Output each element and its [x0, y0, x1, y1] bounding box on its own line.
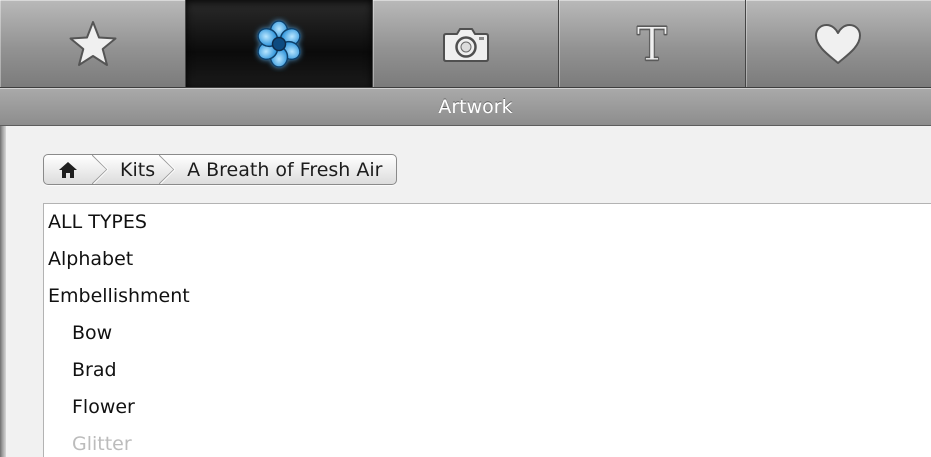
flower-icon: [257, 19, 301, 68]
artwork-panel: T Artwork Kits A Breath of Fresh Air ALL…: [0, 0, 931, 457]
panel-title-bar: Artwork: [0, 88, 931, 126]
list-item-glitter[interactable]: Glitter: [44, 426, 931, 457]
favorites-tab[interactable]: [0, 0, 187, 87]
text-icon: T: [636, 16, 668, 71]
breadcrumb-separator-icon: [159, 155, 176, 184]
star-icon: [69, 20, 117, 66]
text-tab[interactable]: T: [559, 0, 746, 87]
category-toolbar: T: [0, 0, 931, 88]
list-item-flower[interactable]: Flower: [44, 389, 931, 426]
list-item-brad[interactable]: Brad: [44, 352, 931, 389]
type-list[interactable]: ALL TYPES Alphabet Embellishment Bow Bra…: [43, 203, 931, 457]
left-edge-divider: [0, 126, 6, 457]
heart-tab[interactable]: [746, 0, 931, 87]
breadcrumb-current-kit[interactable]: A Breath of Fresh Air: [175, 155, 396, 184]
breadcrumb-kits[interactable]: Kits: [108, 155, 159, 184]
camera-icon: [442, 27, 489, 62]
list-item-alphabet[interactable]: Alphabet: [44, 241, 931, 278]
artwork-tab[interactable]: [186, 0, 373, 87]
breadcrumb-separator-icon: [92, 155, 108, 184]
breadcrumb-home[interactable]: [44, 155, 92, 184]
list-item-all-types[interactable]: ALL TYPES: [44, 204, 931, 241]
list-item-bow[interactable]: Bow: [44, 315, 931, 352]
photos-tab[interactable]: [373, 0, 560, 87]
breadcrumb: Kits A Breath of Fresh Air: [43, 154, 398, 185]
home-icon: [59, 161, 77, 178]
list-item-embellishment[interactable]: Embellishment: [44, 278, 931, 315]
panel-title: Artwork: [438, 96, 513, 118]
heart-icon: [815, 23, 862, 64]
